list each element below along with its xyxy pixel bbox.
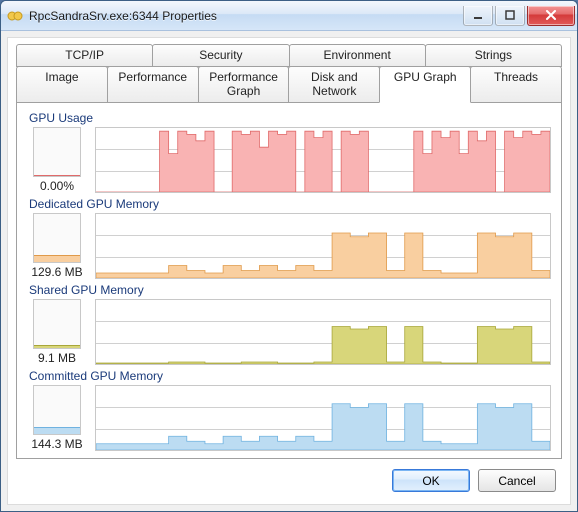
label-shared: Shared GPU Memory: [29, 283, 551, 297]
label-dedicated: Dedicated GPU Memory: [29, 197, 551, 211]
tab-environment[interactable]: Environment: [289, 44, 426, 67]
value-committed: 144.3 MB: [31, 437, 82, 451]
section-committed-gpu-memory: Committed GPU Memory 144.3 MB: [27, 369, 551, 451]
tab-strings[interactable]: Strings: [425, 44, 562, 67]
minimize-button[interactable]: [463, 6, 493, 26]
window-title: RpcSandraSrv.exe:6344 Properties: [29, 9, 463, 23]
tab-gpu-graph[interactable]: GPU Graph: [379, 66, 471, 103]
value-gpu-usage: 0.00%: [40, 179, 74, 193]
close-button[interactable]: [527, 6, 575, 26]
dialog-footer: OK Cancel: [16, 459, 562, 496]
mini-chart-shared: [33, 299, 81, 349]
titlebar[interactable]: RpcSandraSrv.exe:6344 Properties: [1, 1, 577, 31]
value-dedicated: 129.6 MB: [31, 265, 82, 279]
tab-security[interactable]: Security: [152, 44, 289, 67]
window-buttons: [463, 6, 575, 26]
cancel-button[interactable]: Cancel: [478, 469, 556, 492]
tab-strip: TCP/IPSecurityEnvironmentStrings ImagePe…: [16, 44, 562, 102]
ok-button[interactable]: OK: [392, 469, 470, 492]
mini-chart-gpu-usage: [33, 127, 81, 177]
section-dedicated-gpu-memory: Dedicated GPU Memory 129.6 MB: [27, 197, 551, 279]
tab-threads[interactable]: Threads: [470, 66, 562, 103]
properties-window: RpcSandraSrv.exe:6344 Properties TCP/IPS…: [0, 0, 578, 512]
mini-chart-dedicated: [33, 213, 81, 263]
tab-image[interactable]: Image: [16, 66, 108, 103]
section-shared-gpu-memory: Shared GPU Memory 9.1 MB: [27, 283, 551, 365]
history-chart-shared: [95, 299, 551, 365]
tab-panel-gpu-graph: GPU Usage 0.00% Dedicated GPU Memory 129…: [16, 102, 562, 459]
history-chart-gpu-usage: [95, 127, 551, 193]
mini-chart-committed: [33, 385, 81, 435]
tab-performance[interactable]: Performance: [107, 66, 199, 103]
app-icon: [7, 8, 23, 24]
value-shared: 9.1 MB: [38, 351, 76, 365]
section-gpu-usage: GPU Usage 0.00%: [27, 111, 551, 193]
label-committed: Committed GPU Memory: [29, 369, 551, 383]
client-area: TCP/IPSecurityEnvironmentStrings ImagePe…: [7, 37, 571, 505]
tab-performance-graph[interactable]: Performance Graph: [198, 66, 290, 103]
label-gpu-usage: GPU Usage: [29, 111, 551, 125]
maximize-button[interactable]: [495, 6, 525, 26]
tab-disk-and-network[interactable]: Disk and Network: [288, 66, 380, 103]
history-chart-committed: [95, 385, 551, 451]
tab-tcp-ip[interactable]: TCP/IP: [16, 44, 153, 67]
history-chart-dedicated: [95, 213, 551, 279]
